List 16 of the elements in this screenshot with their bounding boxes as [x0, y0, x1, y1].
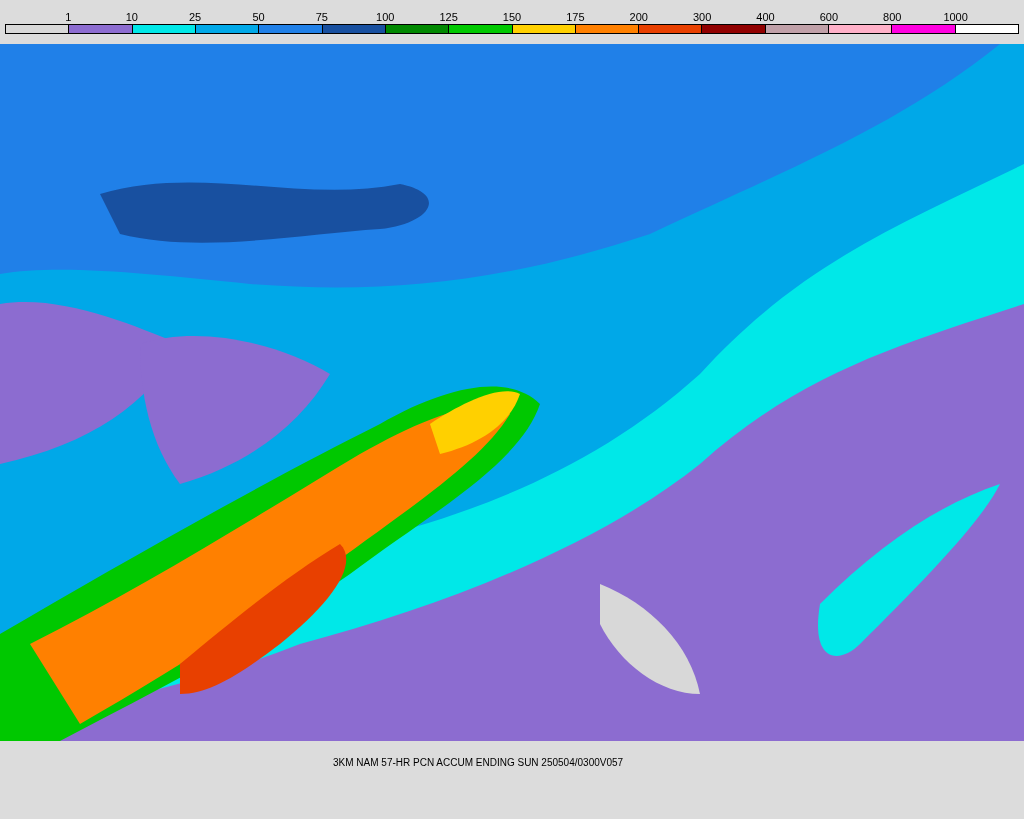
legend-label: 100: [376, 10, 395, 24]
legend-label: 10: [125, 10, 138, 24]
legend-label: 300: [692, 10, 712, 24]
legend-label: 50: [252, 10, 265, 24]
legend-label: 25: [189, 10, 202, 24]
legend-label: 125: [439, 10, 458, 24]
legend-label: 175: [566, 10, 585, 24]
legend-label: 200: [629, 10, 648, 24]
legend-label: 1: [65, 10, 72, 24]
legend-label: 1000: [943, 10, 968, 24]
legend-label: 800: [883, 10, 902, 24]
legend-label: 150: [502, 10, 522, 24]
legend-label: 600: [819, 10, 839, 24]
map-caption: 3KM NAM 57-HR PCN ACCUM ENDING SUN 250504/0300V057: [333, 756, 624, 770]
legend-label: 75: [315, 10, 328, 24]
legend-label: 400: [756, 10, 775, 24]
